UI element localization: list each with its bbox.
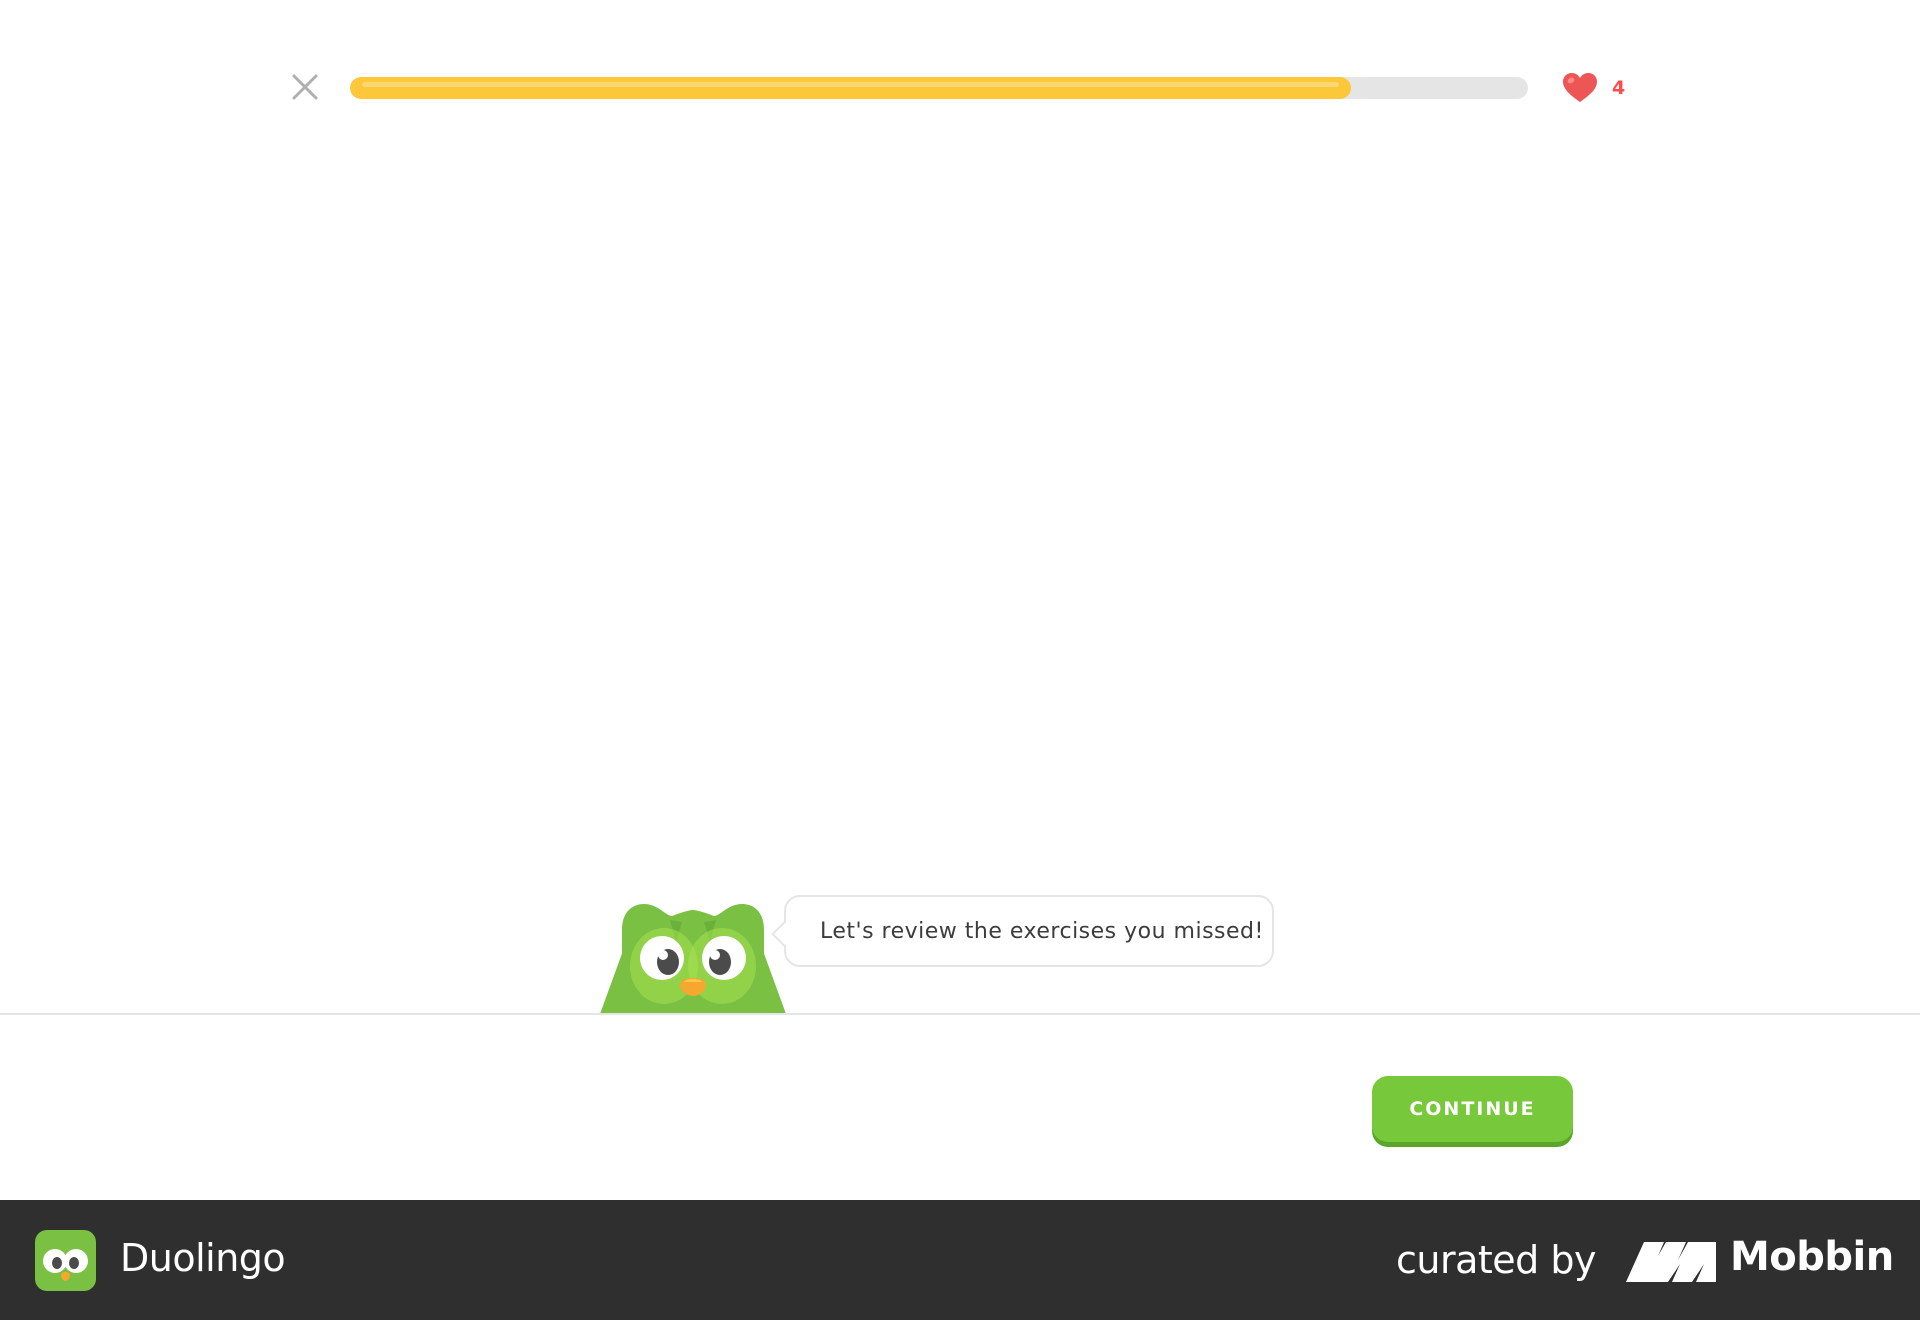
close-icon: [292, 74, 318, 100]
lesson-progress-fill: [350, 77, 1352, 99]
app-name: Duolingo: [120, 1236, 286, 1280]
coach-message: Let's review the exercises you missed!: [820, 918, 1264, 944]
footer-divider: [0, 1013, 1920, 1015]
owl-mascot-icon: [600, 904, 786, 1014]
coach-speech-bubble: Let's review the exercises you missed!: [771, 895, 1274, 967]
continue-button[interactable]: CONTINUE: [1372, 1076, 1573, 1142]
continue-button-label: CONTINUE: [1409, 1098, 1536, 1120]
platform-name: Mobbin: [1730, 1234, 1894, 1280]
hearts-count: 4: [1612, 77, 1626, 99]
close-button[interactable]: [290, 72, 320, 102]
duolingo-app-icon: [35, 1230, 96, 1291]
lesson-progress-bar: [350, 77, 1528, 99]
heart-icon: [1563, 73, 1597, 102]
hearts-counter[interactable]: 4: [1562, 70, 1625, 106]
brand-bar: Duolingo curated by Mobbin: [0, 1200, 1920, 1320]
mobbin-logo-icon: [1626, 1242, 1716, 1282]
progress-shine: [362, 82, 1340, 87]
curated-by-label: curated by: [1396, 1238, 1596, 1282]
